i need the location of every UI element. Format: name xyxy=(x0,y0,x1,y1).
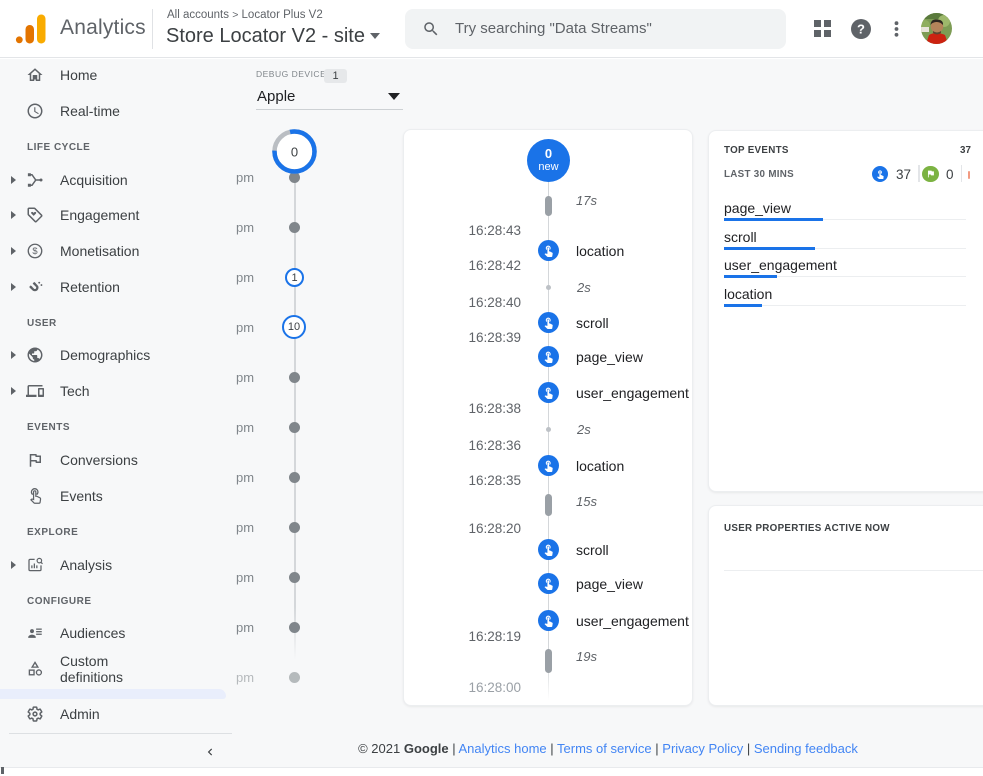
svg-text:$: $ xyxy=(32,246,38,256)
svg-text:?: ? xyxy=(857,22,865,37)
svg-text:0: 0 xyxy=(291,145,298,160)
